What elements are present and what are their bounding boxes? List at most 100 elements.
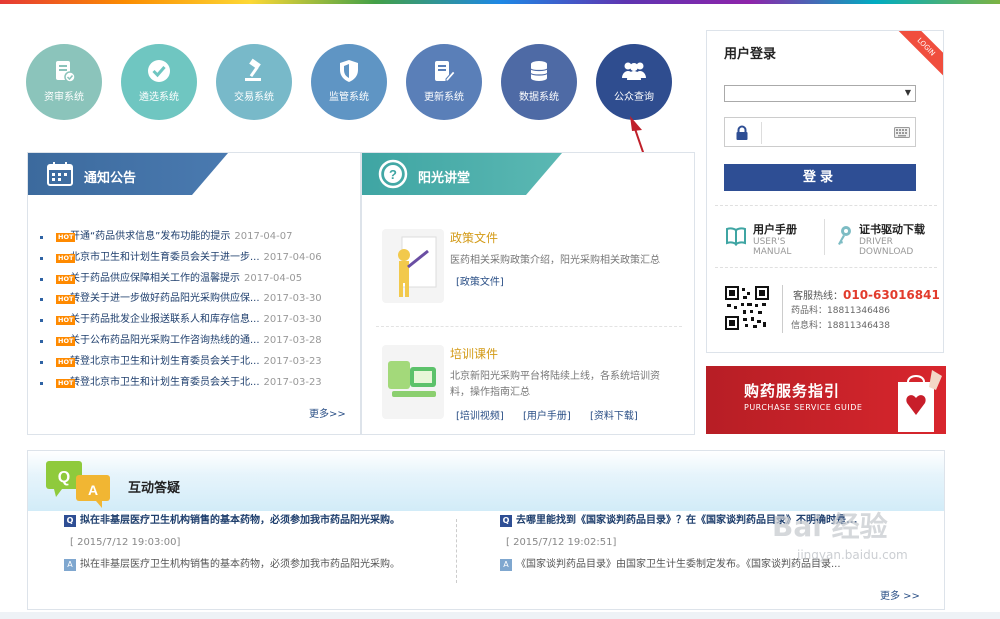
question-icon: ? [378,159,408,189]
hotline: 客服热线：010-63016841 [793,288,940,302]
database-icon [530,61,548,81]
divider [715,267,937,268]
notice-panel: 通知公告 HOT 开通“药品供求信息”发布功能的提示 2017-04-07 HOT 北… [27,152,361,435]
computer-icon [388,361,436,397]
account-type-select[interactable]: ▼ [724,85,916,102]
question-link[interactable]: Q 拟在非基层医疗卫生机构销售的基本药物，必须参加我市药品阳光采购。 [64,513,454,529]
purchase-guide-banner[interactable]: 购药服务指引 PURCHASE SERVICE GUIDE [706,366,946,434]
training-illustration [382,345,444,419]
qr-code [725,286,769,330]
login-ribbon: LOGIN [895,31,943,78]
nav-supervision[interactable]: 监管系统 [311,44,387,120]
person-pencil-icon [398,236,437,297]
nav-data[interactable]: 数据系统 [501,44,577,120]
divider [782,285,783,333]
list-item[interactable]: HOT 关于公布药品阳光采购工作咨询热线的通... 2017-03-28 [40,331,355,352]
bullet-icon [40,256,43,260]
list-item[interactable]: HOT 关于药品供应保障相关工作的温馨提示 2017-04-05 [40,269,355,290]
bullet-icon [40,236,43,239]
notice-list: HOT 开通“药品供求信息”发布功能的提示 2017-04-07 HOT 北京市卫生和… [40,227,355,393]
check-circle-icon [148,60,170,82]
answer-text: A 拟在非基层医疗卫生机构销售的基本药物，必须参加我市药品阳光采购。 [64,557,454,573]
nav-update[interactable]: 更新系统 [406,44,482,120]
qa-item: Q 拟在非基层医疗卫生机构销售的基本药物，必须参加我市药品阳光采购。 [ 2015… [64,513,454,573]
notice-tab[interactable]: 通知公告 [28,153,228,195]
lock-icon [736,125,748,140]
policy-title[interactable]: 政策文件 [450,229,498,246]
bubble-q: Q [58,469,70,486]
divider [376,326,682,327]
hot-badge: HOT [56,316,76,326]
qa-more-link[interactable]: 更多 >> [880,587,920,602]
nav-qualification[interactable]: 资审系统 [26,44,102,120]
hot-badge: HOT [56,253,76,263]
bullet-icon [40,381,43,385]
bullet-icon [40,339,43,343]
bubble-a: A [88,482,98,498]
login-panel: 用户登录 LOGIN ▼ 登录 用户手册 USER'S MANUAL 证书驱动下… [706,30,944,353]
divider [456,519,457,583]
system-nav: 资审系统 遴选系统 交易系统 监管系统 更新系统 数据系统 公众查询 [26,44,686,122]
list-item[interactable]: HOT 转登关于进一步做好药品阳光采购供应保... 2017-03-30 [40,289,355,310]
sunshine-tab[interactable]: ? 阳光讲堂 [362,153,562,195]
list-item[interactable]: HOT 转登北京市卫生和计划生育委员会关于北... 2017-03-23 [40,373,355,394]
list-item[interactable]: HOT 转登北京市卫生和计划生育委员会关于北... 2017-03-23 [40,352,355,373]
training-title[interactable]: 培训课件 [450,345,498,362]
list-item[interactable]: HOT 北京市卫生和计划生育委员会关于进一步... 2017-04-06 [40,248,355,269]
document-check-icon [56,61,76,83]
hot-badge: HOT [56,233,76,242]
bullet-icon [40,277,43,281]
sunshine-panel: ? 阳光讲堂 政策文件 医药相关采购政策介绍，阳光采购相关政策汇总 [政策文件]… [361,152,695,435]
bullet-icon [40,319,43,323]
policy-links: [政策文件] [456,273,520,288]
bullet-icon [40,360,43,364]
hotline-number: 010-63016841 [843,288,940,302]
divider [715,205,937,206]
answer-badge: A [500,559,512,571]
qa-date: [ 2015/7/12 19:03:00] [70,537,181,548]
question-badge: Q [64,515,76,527]
gavel-icon [245,58,261,81]
download-link[interactable]: [资料下载] [590,411,638,422]
calendar-icon [47,162,73,186]
list-item[interactable]: HOT 开通“药品供求信息”发布功能的提示 2017-04-07 [40,227,355,248]
list-item[interactable]: HOT 关于药品批发企业报送联系人和库存信息... 2017-03-30 [40,310,355,331]
baidu-watermark-url: jingyan.baidu.com [797,548,908,562]
notice-title: 通知公告 [84,171,137,186]
book-icon [726,227,746,246]
question-badge: Q [500,515,512,527]
banner-subtitle: PURCHASE SERVICE GUIDE [744,403,863,412]
notice-more-link[interactable]: 更多>> [309,405,346,420]
nav-trading[interactable]: 交易系统 [216,44,292,120]
training-video-link[interactable]: [培训视频] [456,411,504,422]
shopping-bag-icon [898,370,942,432]
nav-selection[interactable]: 遴选系统 [121,44,197,120]
policy-illustration [382,229,444,303]
login-title: 用户登录 [724,47,777,62]
hot-badge: HOT [56,336,76,346]
training-links: [培训视频] [用户手册] [资料下载] [456,407,654,422]
key-icon [838,226,851,245]
keyboard-icon[interactable] [894,127,910,138]
input-divider [761,122,762,144]
policy-desc: 医药相关采购政策介绍，阳光采购相关政策汇总 [450,255,660,266]
qa-title: 互动答疑 [128,481,181,496]
answer-badge: A [64,559,76,571]
nav-public-query[interactable]: 公众查询 [596,44,672,120]
bullet-icon [40,298,43,302]
drug-dept-line: 药品科：18811346486 [791,306,890,316]
qa-bubbles-icon: Q A [46,461,110,508]
hot-badge: HOT [56,295,76,305]
login-button[interactable]: 登录 [724,164,916,191]
sunshine-title: 阳光讲堂 [418,171,471,186]
banner-title: 购药服务指引 [744,382,841,400]
edit-document-icon [435,61,456,82]
top-color-strip [0,0,1000,4]
hot-badge: HOT [56,357,76,367]
user-manual-link[interactable]: [用户手册] [523,411,571,422]
password-input[interactable] [724,117,916,147]
divider [824,219,825,255]
baidu-watermark: Bai 经验 [772,510,888,543]
policy-doc-link[interactable]: [政策文件] [456,277,504,288]
users-group-icon [622,62,646,80]
